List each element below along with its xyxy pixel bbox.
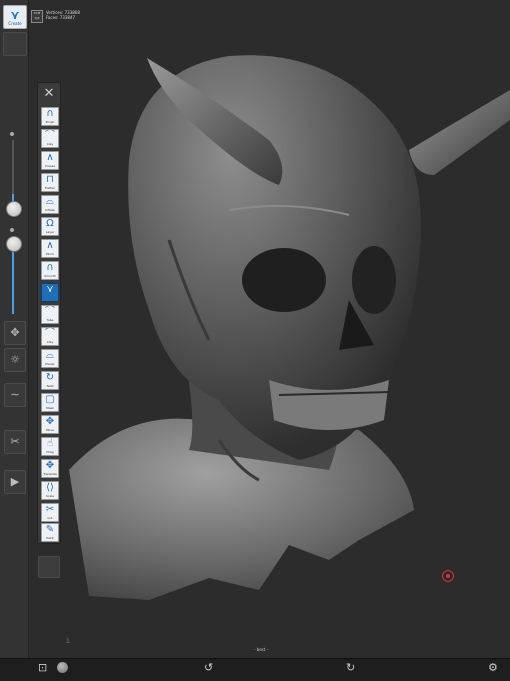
pinch-icon: ∧ xyxy=(46,240,54,251)
tool-label: Scale xyxy=(45,494,55,498)
standard-icon: ⋎ xyxy=(46,284,54,295)
layer-icon: Ω xyxy=(46,218,54,229)
tool-palette: ✕ ∩ Brush ⌒ Clay ∧ Crease ⊓ Flatten ⌓ Inflate… xyxy=(37,82,61,544)
inflate-icon: ⌓ xyxy=(46,196,54,207)
tool-label: Mask xyxy=(46,406,54,410)
intensity-indicator-icon xyxy=(10,228,14,232)
bottom-toolbar xyxy=(0,658,510,681)
stroke-icon[interactable]: ∼ xyxy=(4,383,26,407)
tool-cut[interactable]: ✂ Cut xyxy=(41,503,59,522)
create-button[interactable]: ⋎ Create xyxy=(3,5,27,29)
flatten-icon: ⊓ xyxy=(46,174,54,185)
crease-icon: ∧ xyxy=(46,152,54,163)
tool-mask[interactable]: ▢ Mask xyxy=(41,393,59,412)
tool-translate[interactable]: ✥ Translate xyxy=(41,459,59,478)
sculpt-model xyxy=(69,55,510,600)
tool-smooth[interactable]: ∩ Smooth xyxy=(41,261,59,280)
tool-planar[interactable]: ⌓ Planar xyxy=(41,349,59,368)
side-slot-button[interactable] xyxy=(3,32,27,56)
tool-tube[interactable]: ⌒ Tube xyxy=(41,305,59,324)
tool-brush[interactable]: ∩ Brush xyxy=(41,107,59,126)
palette-footer-slot[interactable] xyxy=(38,556,60,578)
settings-icon[interactable]: ⚙ xyxy=(488,661,498,675)
create-label: Create xyxy=(8,20,22,26)
fit-view-icon[interactable]: ⊡ xyxy=(38,661,47,675)
tool-twist[interactable]: ↻ Twist xyxy=(41,371,59,390)
drag-icon: ☝ xyxy=(46,438,54,449)
tube-icon: ⌒ xyxy=(45,306,55,317)
intensity-slider-fill[interactable] xyxy=(12,252,14,314)
mask-icon: ▢ xyxy=(45,394,55,405)
tool-clay-strips[interactable]: ⌒ Clay xyxy=(41,327,59,346)
close-icon: ✕ xyxy=(43,86,55,101)
cut-icon: ✂ xyxy=(45,504,55,515)
tool-label: Drag xyxy=(46,450,54,454)
move-icon[interactable]: ✥ xyxy=(4,321,26,345)
viewport-corner-number: 1 xyxy=(66,638,70,645)
tool-label: Flatten xyxy=(44,186,56,190)
radius-slider-track[interactable] xyxy=(12,140,14,194)
tool-label: Layer xyxy=(45,230,55,234)
tool-flatten[interactable]: ⊓ Flatten xyxy=(41,173,59,192)
tool-label: Clay xyxy=(46,340,54,344)
tool-label: Planar xyxy=(45,362,55,366)
3d-viewport[interactable]: 1 xyxy=(29,0,510,658)
tool-label: Move xyxy=(45,428,55,432)
pivot-marker[interactable] xyxy=(442,570,454,582)
tool-label: Clay xyxy=(46,142,54,146)
tool-label: Inflate xyxy=(45,208,55,212)
radius-indicator-icon xyxy=(10,132,14,136)
tool-label: Cut xyxy=(47,516,53,520)
tool-pinch[interactable]: ∧ Pinch xyxy=(41,239,59,258)
tool-label: Translate xyxy=(43,472,57,476)
light-icon[interactable]: ☼ xyxy=(4,348,26,372)
tool-label: Smooth xyxy=(44,274,56,278)
app-logo-icon: ⋎ xyxy=(10,7,20,22)
tool-clay[interactable]: ⌒ Clay xyxy=(41,129,59,148)
tool-label: Pinch xyxy=(45,252,55,256)
close-palette-button[interactable]: ✕ xyxy=(41,85,57,102)
tool-label: Tube xyxy=(46,318,54,322)
translate-icon: ✥ xyxy=(45,460,55,471)
tool-label: Paint xyxy=(46,536,54,540)
clay-icon: ⌒ xyxy=(45,130,55,141)
undo-icon[interactable]: ↺ xyxy=(204,661,213,675)
tool-layer[interactable]: Ω Layer xyxy=(41,217,59,236)
tool-paint[interactable]: ✎ Paint xyxy=(41,523,59,542)
tool-crease[interactable]: ∧ Crease xyxy=(41,151,59,170)
intensity-slider-knob[interactable] xyxy=(6,236,22,252)
camera-icon[interactable]: ▶ xyxy=(4,470,26,494)
tool-label: Twist xyxy=(46,384,54,388)
redo-icon[interactable]: ↻ xyxy=(346,661,355,675)
smooth-icon: ∩ xyxy=(46,262,54,273)
scissors-icon[interactable]: ✂ xyxy=(4,430,26,454)
tool-drag[interactable]: ☝ Drag xyxy=(41,437,59,456)
material-swatch[interactable] xyxy=(57,662,68,673)
radius-slider-knob[interactable] xyxy=(6,201,22,217)
tool-label: Brush xyxy=(45,120,55,124)
move-tool-icon: ✥ xyxy=(45,416,55,427)
quality-label: - best - xyxy=(253,647,269,652)
left-sidebar: ⋎ Create ✥ ☼ ∼ ✂ ▶ xyxy=(0,0,29,658)
tool-standard-active[interactable]: ⋎ xyxy=(41,283,59,302)
planar-icon: ⌓ xyxy=(46,350,54,361)
brush-icon: ∩ xyxy=(46,108,54,119)
scale-icon: ⟨⟩ xyxy=(46,482,54,493)
paint-icon: ✎ xyxy=(45,524,55,535)
tool-scale[interactable]: ⟨⟩ Scale xyxy=(41,481,59,500)
tool-label: Crease xyxy=(44,164,56,168)
tool-move[interactable]: ✥ Move xyxy=(41,415,59,434)
clay-strips-icon: ⌒ xyxy=(45,328,55,339)
twist-icon: ↻ xyxy=(45,372,55,383)
tool-inflate[interactable]: ⌓ Inflate xyxy=(41,195,59,214)
